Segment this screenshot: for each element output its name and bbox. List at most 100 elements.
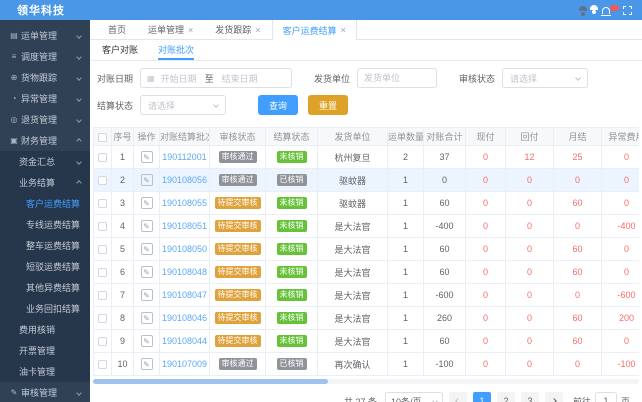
reset-button[interactable]: 重置 — [308, 95, 349, 115]
close-icon[interactable]: × — [255, 25, 260, 35]
sidebar-item-label: 退货管理 — [21, 115, 58, 125]
sidebar-item-5[interactable]: ▣ 财务管理 — [0, 130, 90, 151]
edit-button[interactable]: ✎ — [140, 197, 153, 209]
total-count-label: 共 27 条 — [343, 396, 377, 402]
row-checkbox[interactable] — [98, 337, 107, 347]
next-page-button[interactable] — [544, 392, 563, 402]
sidebar-item-15[interactable]: 开票管理 — [0, 340, 90, 361]
row-checkbox[interactable] — [98, 314, 107, 324]
sidebar-item-17[interactable]: ✎ 审核管理 — [0, 382, 90, 402]
edit-button[interactable]: ✎ — [140, 243, 153, 255]
batch-link[interactable]: 190107009 — [162, 359, 207, 369]
query-button[interactable]: 查询 — [258, 95, 299, 115]
sidebar-item-3[interactable]: ◔ 异常管理 — [0, 88, 90, 109]
sidebar-item-13[interactable]: 业务回扣结算 — [0, 298, 90, 319]
tab-3[interactable]: 客户运费结算 × — [271, 20, 357, 40]
settle-status-cell: 未核销 — [265, 306, 318, 330]
batch-link[interactable]: 190108050 — [162, 244, 207, 254]
top-header: 领华科技 — [0, 0, 642, 20]
tab-bar: 首页 运单管理 × 发货跟踪 × 客户运费结算 × — [90, 20, 642, 40]
notification-badge — [610, 4, 619, 11]
batch-link[interactable]: 190112001 — [162, 152, 206, 162]
select-all-checkbox[interactable] — [98, 132, 107, 142]
goto-page-input[interactable] — [594, 392, 617, 402]
edit-button[interactable]: ✎ — [140, 151, 153, 163]
close-icon[interactable]: × — [341, 25, 346, 35]
sidebar-item-0[interactable]: ▤ 运单管理 — [0, 25, 90, 46]
edit-button[interactable]: ✎ — [140, 174, 153, 186]
batch-link[interactable]: 190108047 — [162, 290, 207, 300]
batch-link[interactable]: 190108048 — [162, 267, 207, 277]
edit-button[interactable]: ✎ — [140, 312, 153, 324]
subtab-1[interactable]: 对账批次 — [158, 40, 195, 60]
row-checkbox[interactable] — [98, 176, 107, 186]
sidebar-item-7[interactable]: 业务结算 — [0, 172, 90, 193]
back-pay-cell: 0 — [505, 260, 554, 284]
edit-button[interactable]: ✎ — [140, 220, 153, 232]
tab-2[interactable]: 发货跟踪 × — [204, 20, 271, 39]
date-range-input[interactable]: ▦ 开始日期 至 结束日期 — [140, 68, 293, 88]
page-button-2[interactable]: 2 — [496, 392, 515, 402]
close-icon[interactable]: × — [188, 25, 193, 35]
row-checkbox[interactable] — [98, 222, 107, 232]
sidebar-item-9[interactable]: 专线运费结算 — [0, 214, 90, 235]
date-separator: 至 — [204, 73, 214, 84]
sidebar-item-2[interactable]: ⊕ 货物跟踪 — [0, 67, 90, 88]
sidebar-item-8[interactable]: 客户运费结算 — [0, 193, 90, 214]
row-checkbox[interactable] — [98, 291, 107, 301]
table-row: 5 ✎ 190108050 待提交审核 未核销 是大法官 1 60 0 0 60 0 — [93, 237, 639, 261]
row-index: 9 — [111, 329, 134, 353]
shipper-input[interactable] — [357, 68, 438, 88]
row-checkbox[interactable] — [98, 153, 107, 163]
page-size-select[interactable]: 10条/页 — [384, 392, 443, 402]
audit-status-select[interactable]: 请选择 — [502, 68, 589, 88]
sidebar-item-10[interactable]: 整车运费结算 — [0, 235, 90, 256]
sidebar-item-11[interactable]: 短驳运费结算 — [0, 256, 90, 277]
scrollbar-thumb[interactable] — [93, 379, 328, 384]
subtab-0[interactable]: 客户对账 — [102, 40, 138, 60]
row-actions: ✎ — [133, 145, 160, 169]
notifications-button[interactable] — [601, 4, 619, 16]
sidebar-item-4[interactable]: ◎ 退货管理 — [0, 109, 90, 130]
brand-logo: 领华科技 — [17, 5, 65, 17]
cash-pay-cell: 0 — [465, 306, 506, 330]
page-button-1[interactable]: 1 — [472, 392, 491, 402]
edit-button[interactable]: ✎ — [140, 335, 153, 347]
batch-link[interactable]: 190108056 — [162, 175, 207, 185]
row-checkbox[interactable] — [98, 360, 107, 370]
sidebar-item-14[interactable]: 费用核销 — [0, 319, 90, 340]
cash-pay-cell: 0 — [465, 329, 506, 353]
audit-status-cell: 待提交审核 — [209, 329, 266, 353]
batch-link[interactable]: 190108055 — [162, 198, 207, 208]
batch-link[interactable]: 190108044 — [162, 336, 207, 346]
row-checkbox[interactable] — [98, 199, 107, 209]
sidebar-item-label: 审核管理 — [21, 388, 58, 398]
audit-status-badge: 审核通过 — [218, 151, 257, 163]
batch-link[interactable]: 190108051 — [162, 221, 207, 231]
column-header: 回付 — [505, 127, 554, 146]
fullscreen-button[interactable] — [623, 5, 632, 15]
total-cell: 60 — [423, 329, 466, 353]
row-checkbox-cell — [93, 306, 112, 330]
settle-status-select[interactable]: 请选择 — [140, 95, 227, 115]
row-checkbox[interactable] — [98, 245, 107, 255]
sidebar-item-16[interactable]: 油卡管理 — [0, 361, 90, 382]
audit-status-badge: 待提交审核 — [214, 289, 261, 301]
goto-label: 前往 — [572, 396, 591, 402]
page-size-value: 10条/页 — [390, 396, 422, 402]
tab-1[interactable]: 运单管理 × — [137, 20, 204, 39]
batch-link[interactable]: 190108046 — [162, 313, 207, 323]
row-checkbox[interactable] — [98, 268, 107, 278]
sidebar-item-label: 业务回扣结算 — [26, 304, 81, 314]
monthly-cell: 60 — [553, 306, 602, 330]
edit-button[interactable]: ✎ — [140, 358, 153, 370]
sidebar-item-12[interactable]: 其他异费结算 — [0, 277, 90, 298]
sidebar-item-6[interactable]: 资金汇总 — [0, 151, 90, 172]
tab-0[interactable]: 首页 — [97, 20, 137, 39]
edit-button[interactable]: ✎ — [140, 266, 153, 278]
column-header: 操作 — [133, 127, 160, 146]
sidebar-item-1[interactable]: ≡ 调度管理 — [0, 46, 90, 67]
page-button-3[interactable]: 3 — [520, 392, 539, 402]
prev-page-button[interactable] — [448, 392, 467, 402]
edit-button[interactable]: ✎ — [140, 289, 153, 301]
